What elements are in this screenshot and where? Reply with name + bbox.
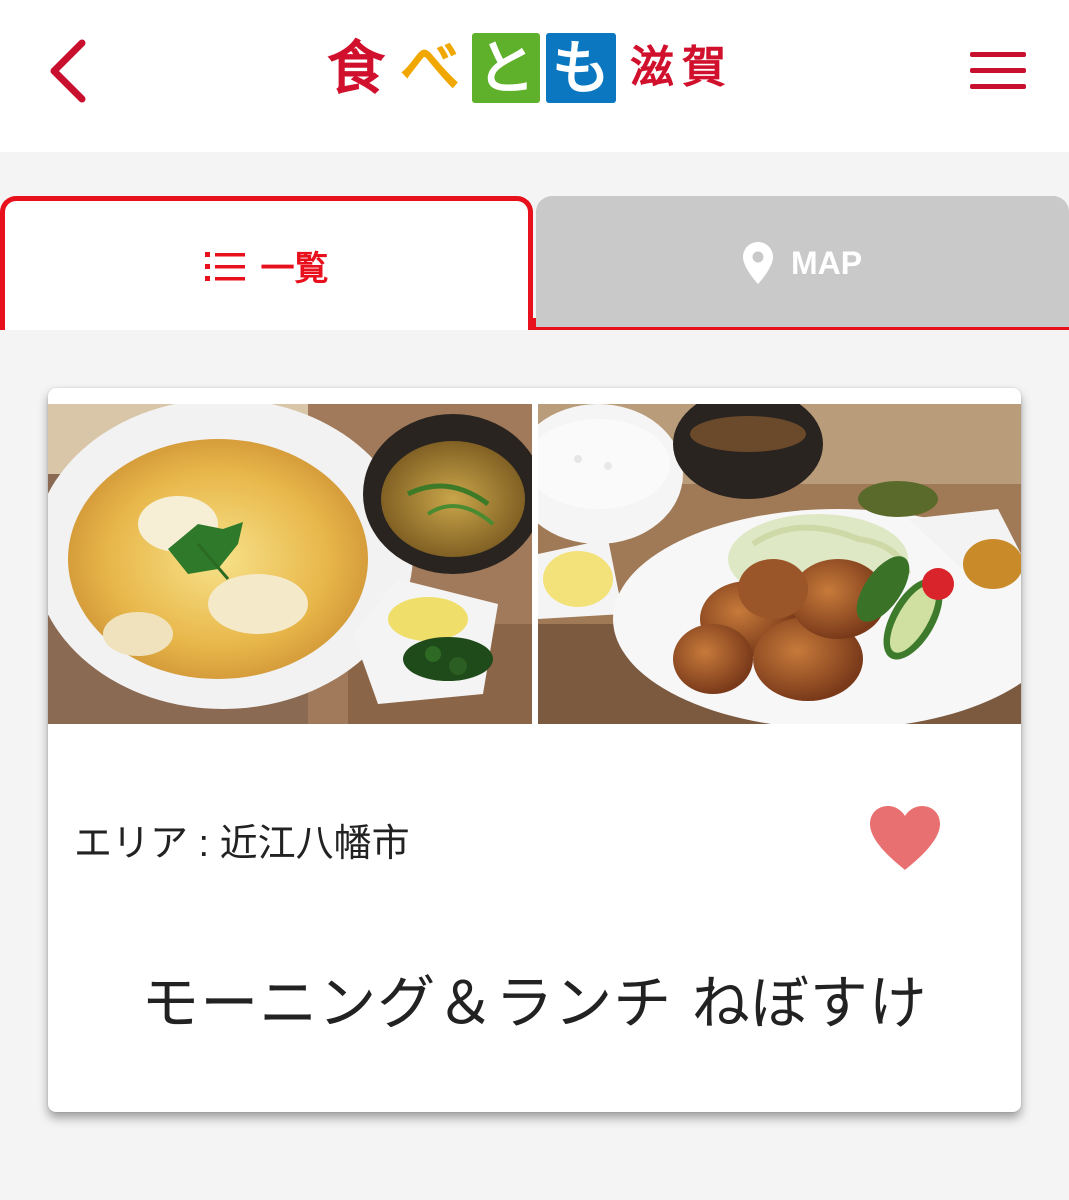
- tab-list-label: 一覧: [260, 249, 329, 289]
- list-icon: [204, 251, 245, 281]
- tab-map[interactable]: MAP: [536, 196, 1069, 330]
- tab-list[interactable]: 一覧: [0, 196, 533, 330]
- logo-char-to: と: [472, 33, 540, 103]
- logo-char-be: べ: [400, 33, 460, 103]
- hamburger-menu-icon: [970, 52, 1026, 89]
- map-pin-icon: [742, 242, 773, 284]
- area-label: エリア : 近江八幡市: [74, 823, 410, 865]
- app-logo: 食 べ と も 滋賀: [320, 30, 734, 106]
- logo-char-mo: も: [546, 33, 616, 103]
- view-tabs: MAP 一覧: [0, 196, 1069, 334]
- back-button[interactable]: [38, 36, 98, 106]
- favorite-button[interactable]: [866, 804, 944, 874]
- karaage-set-photo: [538, 404, 1021, 724]
- logo-char-shoku: 食: [326, 34, 385, 102]
- app-header: 食 べ と も 滋賀: [0, 0, 1069, 152]
- shop-name: モーニング＆ランチ ねぼすけ: [141, 969, 928, 1037]
- heart-icon: [870, 806, 940, 870]
- oyakodon-set-photo: [48, 404, 532, 724]
- logo-region: 滋賀: [630, 42, 734, 93]
- restaurant-card[interactable]: エリア : 近江八幡市 モーニング＆ランチ ねぼすけ: [48, 388, 1021, 1112]
- menu-button[interactable]: [962, 40, 1034, 102]
- chevron-left-icon: [50, 39, 86, 103]
- tab-map-underline: [536, 327, 1069, 330]
- tab-map-label: MAP: [790, 244, 863, 281]
